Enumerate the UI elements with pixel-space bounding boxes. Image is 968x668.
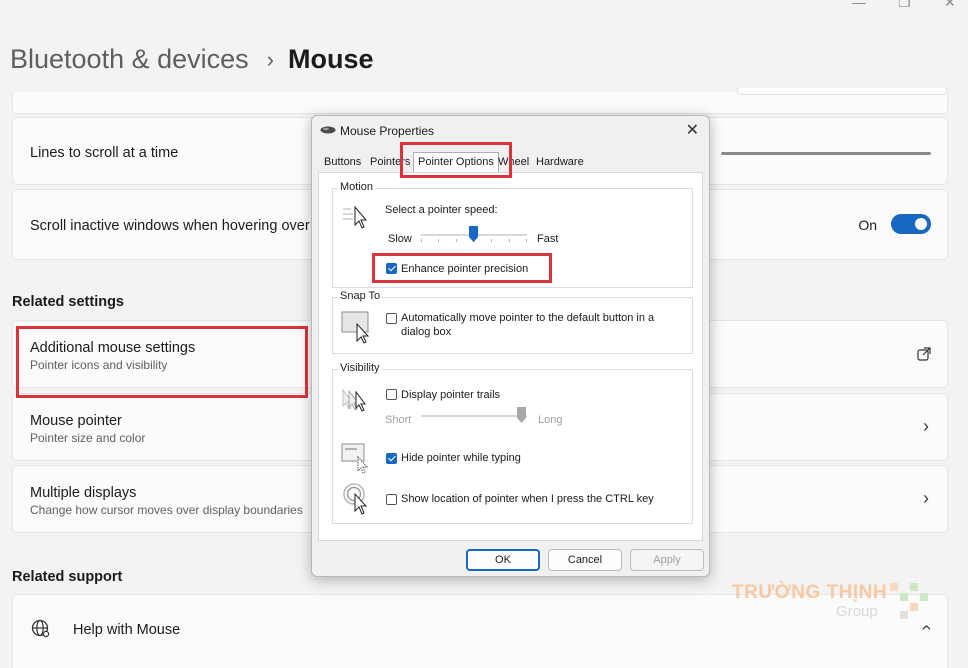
pointer-trails-label: Display pointer trails [401,389,501,401]
trail-length-slider-thumb[interactable] [517,407,526,423]
multiple-displays-subtitle: Change how cursor moves over display bou… [30,503,303,517]
dialog-title: Mouse Properties [340,124,435,138]
visibility-group: Visibility Display pointer trails Short … [332,362,693,524]
chevron-right-icon: › [266,46,274,72]
scroll-inactive-label: Scroll inactive windows when hovering ov… [30,218,346,234]
page-title: Mouse [287,44,374,74]
tick [491,239,492,242]
pointer-speed-slider-thumb[interactable] [469,226,478,242]
tab-wheel[interactable]: Wheel [498,156,529,168]
slow-label: Slow [388,233,412,245]
tab-hardware[interactable]: Hardware [536,156,584,168]
mouse-pointer-title: Mouse pointer [30,413,122,429]
enhance-precision-label: Enhance pointer precision [401,263,529,275]
pointer-trails-checkbox[interactable] [386,389,397,400]
watermark-brand: TRƯỜNG THỊNH [732,582,888,603]
additional-mouse-settings-title: Additional mouse settings [30,340,196,356]
snap-to-label: Snap To [338,290,383,302]
hide-pointer-typing-label: Hide pointer while typing [401,452,521,464]
external-link-icon [917,347,931,361]
tab-pointers[interactable]: Pointers [370,156,410,168]
visibility-label: Visibility [338,362,382,374]
dropdown-partial[interactable] [737,88,947,95]
auto-move-label-line1: Automatically move pointer to the defaul… [401,312,655,324]
mouse-pointer-subtitle: Pointer size and color [30,431,146,445]
multiple-displays-title: Multiple displays [30,485,137,501]
motion-group: Motion Select a pointer speed: Slow Fast [332,181,693,288]
maximize-icon[interactable]: ❐ [898,0,911,11]
lines-to-scroll-label: Lines to scroll at a time [30,145,179,161]
fast-label: Fast [537,233,559,245]
short-label: Short [385,414,412,426]
show-location-label: Show location of pointer when I press th… [401,493,654,505]
auto-move-checkbox[interactable] [386,313,397,324]
snap-to-group: Snap To Automatically move pointer to th… [332,290,693,354]
help-with-mouse-card[interactable]: Help with Mouse › [12,594,948,668]
hide-pointer-typing-checkbox[interactable] [386,453,397,464]
show-location-icon [343,483,368,515]
tick [456,239,457,242]
watermark-sub: Group [836,603,878,620]
watermark-logo-icon [890,583,928,619]
cancel-button[interactable]: Cancel [548,549,622,571]
tick [421,239,422,242]
trail-length-slider-track[interactable] [421,415,527,417]
tick [526,239,527,242]
pointer-options-panel: Motion Select a pointer speed: Slow Fast [318,172,703,541]
pointer-trails-icon [342,388,366,412]
breadcrumb: Bluetooth & devices › Mouse [10,44,374,75]
tab-buttons[interactable]: Buttons [324,156,361,168]
snap-to-icon [341,311,370,344]
help-with-mouse-title: Help with Mouse [73,622,181,638]
apply-button[interactable]: Apply [630,549,704,571]
ok-button[interactable]: OK [466,549,540,571]
tick [509,239,510,242]
scroll-inactive-toggle[interactable] [891,214,931,234]
chevron-right-icon: › [923,416,929,436]
pointer-speed-label: Select a pointer speed: [385,204,498,216]
motion-label: Motion [338,181,376,193]
chevron-right-icon: › [923,488,929,508]
show-location-checkbox[interactable] [386,494,397,505]
enhance-precision-checkbox[interactable] [386,263,397,274]
settings-card-partial [12,88,948,114]
lines-to-scroll-slider[interactable] [721,152,931,155]
hide-pointer-icon [341,443,369,474]
close-icon[interactable]: ✕ [686,120,699,140]
mouse-properties-dialog: Mouse Properties ✕ Buttons Pointers Poin… [311,115,710,577]
pointer-speed-icon [343,205,368,229]
chevron-up-icon[interactable]: › [916,625,937,631]
globe-icon [31,619,50,638]
related-support-header: Related support [12,569,123,585]
related-settings-header: Related settings [12,294,124,310]
breadcrumb-parent[interactable]: Bluetooth & devices [10,44,249,75]
tick [438,239,439,242]
minimize-icon[interactable]: — [852,0,866,10]
close-window-icon[interactable]: ✕ [944,0,956,11]
toggle-state-label: On [858,217,877,233]
long-label: Long [538,414,563,426]
auto-move-label-line2: dialog box [401,326,452,338]
additional-mouse-settings-subtitle: Pointer icons and visibility [30,358,168,372]
mouse-icon [320,126,336,134]
